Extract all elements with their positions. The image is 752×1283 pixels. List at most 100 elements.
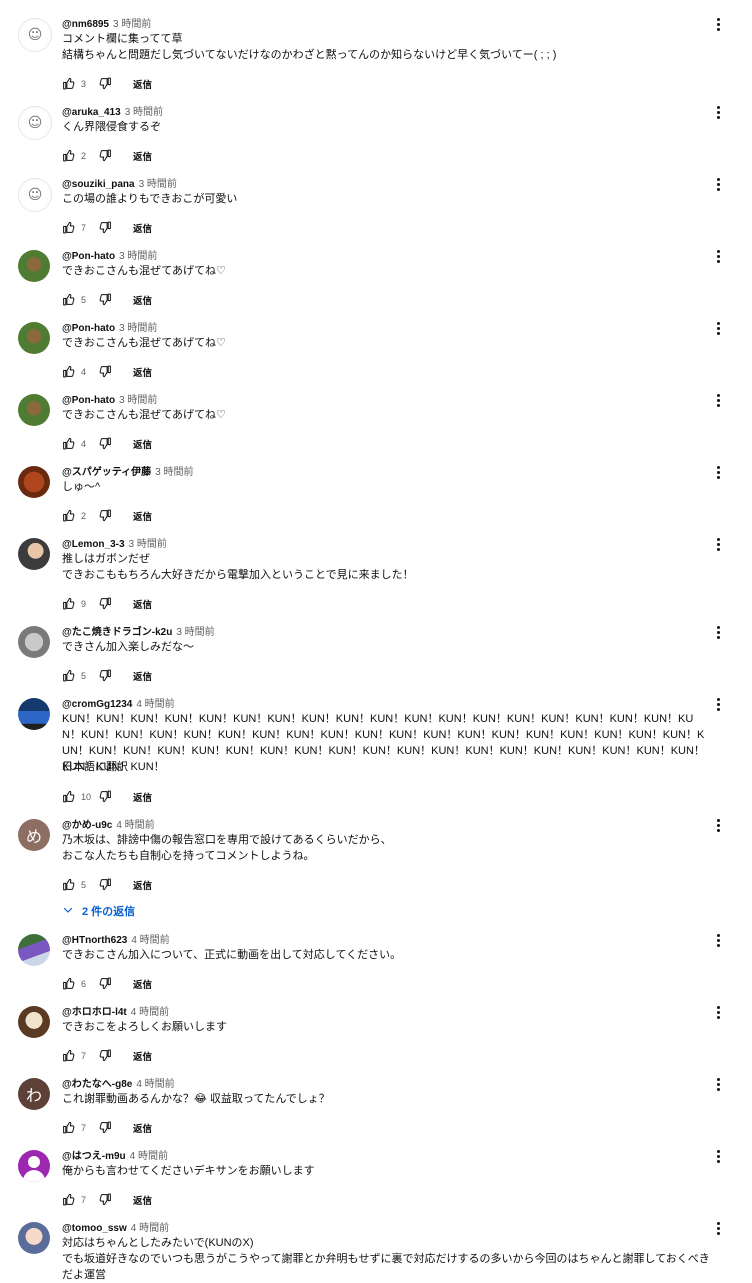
dislike-icon[interactable] [99, 509, 113, 523]
like-icon[interactable] [62, 509, 76, 523]
dislike-icon[interactable] [99, 597, 113, 611]
comment-author[interactable]: @わたなへ-g8e [62, 1079, 132, 1090]
like-icon[interactable] [62, 977, 76, 991]
avatar[interactable] [18, 1006, 50, 1038]
dislike-icon[interactable] [99, 1121, 113, 1135]
comment-time[interactable]: 4 時間前 [131, 935, 169, 946]
avatar[interactable]: ☺ [18, 106, 52, 140]
more-options-icon[interactable] [710, 174, 726, 194]
avatar[interactable]: ☺ [18, 178, 52, 212]
like-icon[interactable] [62, 597, 76, 611]
avatar[interactable] [18, 626, 50, 658]
more-options-icon[interactable] [710, 930, 726, 950]
avatar[interactable] [18, 466, 50, 498]
comment-time[interactable]: 4 時間前 [131, 1223, 169, 1234]
like-icon[interactable] [62, 293, 76, 307]
view-replies-button[interactable]: 2 件の返信 [62, 903, 135, 919]
avatar[interactable] [18, 322, 50, 354]
more-options-icon[interactable] [710, 1074, 726, 1094]
avatar[interactable] [18, 698, 50, 730]
dislike-icon[interactable] [99, 790, 113, 804]
reply-button[interactable]: 返信 [133, 669, 152, 683]
like-icon[interactable] [62, 1049, 76, 1063]
dislike-icon[interactable] [99, 149, 113, 163]
comment-author[interactable]: @たこ焼きドラゴン-k2u [62, 627, 172, 638]
comment-time[interactable]: 3 時間前 [119, 395, 157, 406]
like-icon[interactable] [62, 149, 76, 163]
more-options-icon[interactable] [710, 318, 726, 338]
translate-link[interactable]: 日本語に翻訳 [62, 758, 128, 774]
dislike-icon[interactable] [99, 77, 113, 91]
dislike-icon[interactable] [99, 1049, 113, 1063]
comment-author[interactable]: @Lemon_3-3 [62, 539, 125, 550]
like-icon[interactable] [62, 221, 76, 235]
comment-time[interactable]: 4 時間前 [136, 699, 174, 710]
dislike-icon[interactable] [99, 669, 113, 683]
reply-button[interactable]: 返信 [133, 509, 152, 523]
more-options-icon[interactable] [710, 14, 726, 34]
comment-time[interactable]: 3 時間前 [139, 179, 177, 190]
like-icon[interactable] [62, 878, 76, 892]
comment-time[interactable]: 3 時間前 [119, 323, 157, 334]
like-icon[interactable] [62, 1121, 76, 1135]
more-options-icon[interactable] [710, 102, 726, 122]
reply-button[interactable]: 返信 [133, 437, 152, 451]
like-icon[interactable] [62, 77, 76, 91]
dislike-icon[interactable] [99, 878, 113, 892]
comment-time[interactable]: 3 時間前 [119, 251, 157, 262]
avatar[interactable] [18, 1150, 50, 1182]
comment-author[interactable]: @かめ-u9c [62, 820, 112, 831]
dislike-icon[interactable] [99, 221, 113, 235]
comment-author[interactable]: @はつえ-m9u [62, 1151, 126, 1162]
like-icon[interactable] [62, 437, 76, 451]
reply-button[interactable]: 返信 [133, 977, 152, 991]
comment-author[interactable]: @aruka_413 [62, 107, 121, 118]
more-options-icon[interactable] [710, 622, 726, 642]
dislike-icon[interactable] [99, 977, 113, 991]
comment-author[interactable]: @ホロホロ-l4t [62, 1007, 127, 1018]
like-icon[interactable] [62, 1193, 76, 1207]
comment-time[interactable]: 3 時間前 [155, 467, 193, 478]
dislike-icon[interactable] [99, 365, 113, 379]
avatar[interactable]: め [18, 819, 50, 851]
comment-author[interactable]: @Pon-hato [62, 251, 115, 262]
reply-button[interactable]: 返信 [133, 1193, 152, 1207]
comment-author[interactable]: @nm6895 [62, 19, 109, 30]
comment-author[interactable]: @スパゲッティ伊藤 [62, 467, 151, 478]
comment-author[interactable]: @souziki_pana [62, 179, 135, 190]
comment-author[interactable]: @Pon-hato [62, 323, 115, 334]
dislike-icon[interactable] [99, 1193, 113, 1207]
avatar[interactable]: ☺ [18, 18, 52, 52]
comment-time[interactable]: 3 時間前 [176, 627, 214, 638]
comment-author[interactable]: @tomoo_ssw [62, 1223, 127, 1234]
reply-button[interactable]: 返信 [133, 77, 152, 91]
more-options-icon[interactable] [710, 694, 726, 714]
comment-time[interactable]: 4 時間前 [131, 1007, 169, 1018]
comment-time[interactable]: 3 時間前 [129, 539, 167, 550]
more-options-icon[interactable] [710, 1146, 726, 1166]
reply-button[interactable]: 返信 [133, 597, 152, 611]
dislike-icon[interactable] [99, 293, 113, 307]
avatar[interactable] [18, 250, 50, 282]
comment-time[interactable]: 4 時間前 [136, 1079, 174, 1090]
reply-button[interactable]: 返信 [133, 1049, 152, 1063]
dislike-icon[interactable] [99, 437, 113, 451]
more-options-icon[interactable] [710, 1002, 726, 1022]
more-options-icon[interactable] [710, 246, 726, 266]
avatar[interactable]: わ [18, 1078, 50, 1110]
avatar[interactable] [18, 1222, 50, 1254]
comment-author[interactable]: @Pon-hato [62, 395, 115, 406]
reply-button[interactable]: 返信 [133, 149, 152, 163]
more-options-icon[interactable] [710, 390, 726, 410]
comment-author[interactable]: @HTnorth623 [62, 935, 127, 946]
comment-author[interactable]: @cromGg1234 [62, 699, 132, 710]
reply-button[interactable]: 返信 [133, 878, 152, 892]
more-options-icon[interactable] [710, 462, 726, 482]
avatar[interactable] [18, 538, 50, 570]
reply-button[interactable]: 返信 [133, 221, 152, 235]
comment-time[interactable]: 4 時間前 [130, 1151, 168, 1162]
like-icon[interactable] [62, 365, 76, 379]
avatar[interactable] [18, 934, 50, 966]
reply-button[interactable]: 返信 [133, 293, 152, 307]
reply-button[interactable]: 返信 [133, 365, 152, 379]
